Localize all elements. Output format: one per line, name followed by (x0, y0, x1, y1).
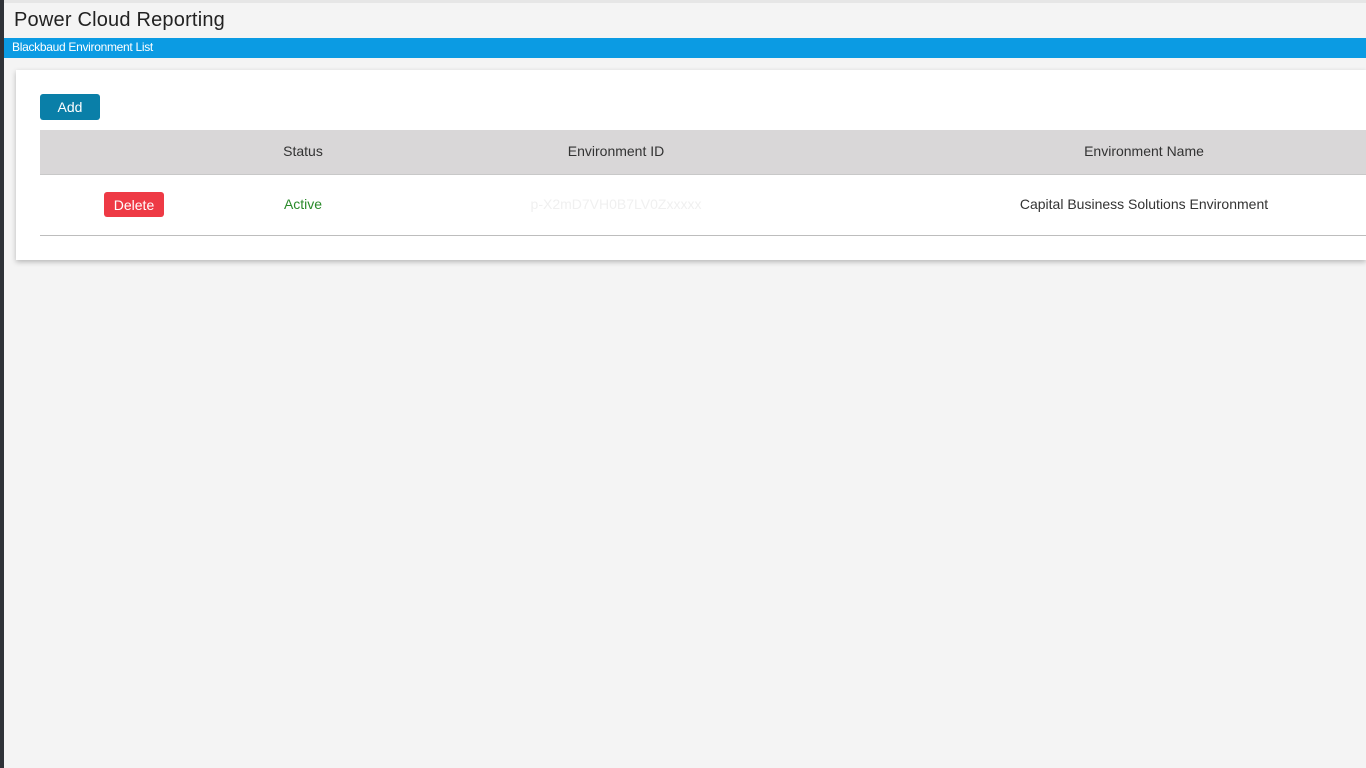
page-breadcrumb: Blackbaud Environment List (12, 40, 153, 54)
environment-table: Status Environment ID Environment Name D… (40, 130, 1366, 236)
table-row: Delete Active p-X2mD7VH0B7LV0Zxxxxx Capi… (40, 175, 1366, 236)
environment-id-cell: p-X2mD7VH0B7LV0Zxxxxx (530, 196, 702, 212)
column-header-environment-id[interactable]: Environment ID (568, 143, 664, 159)
breadcrumb-bar: Blackbaud Environment List (4, 38, 1366, 58)
add-button[interactable]: Add (40, 94, 100, 120)
app-header: Power Cloud Reporting (4, 3, 1366, 38)
delete-button[interactable]: Delete (104, 192, 164, 217)
environment-list-panel: Add Status Environment ID Environment Na… (16, 70, 1366, 260)
environment-name-cell: Capital Business Solutions Environment (1019, 196, 1269, 212)
column-header-status[interactable]: Status (283, 143, 323, 159)
left-window-edge (0, 0, 4, 768)
column-header-environment-name[interactable]: Environment Name (1084, 143, 1204, 159)
app-title: Power Cloud Reporting (14, 9, 225, 31)
status-cell: Active (283, 196, 323, 212)
table-header: Status Environment ID Environment Name (40, 130, 1366, 175)
